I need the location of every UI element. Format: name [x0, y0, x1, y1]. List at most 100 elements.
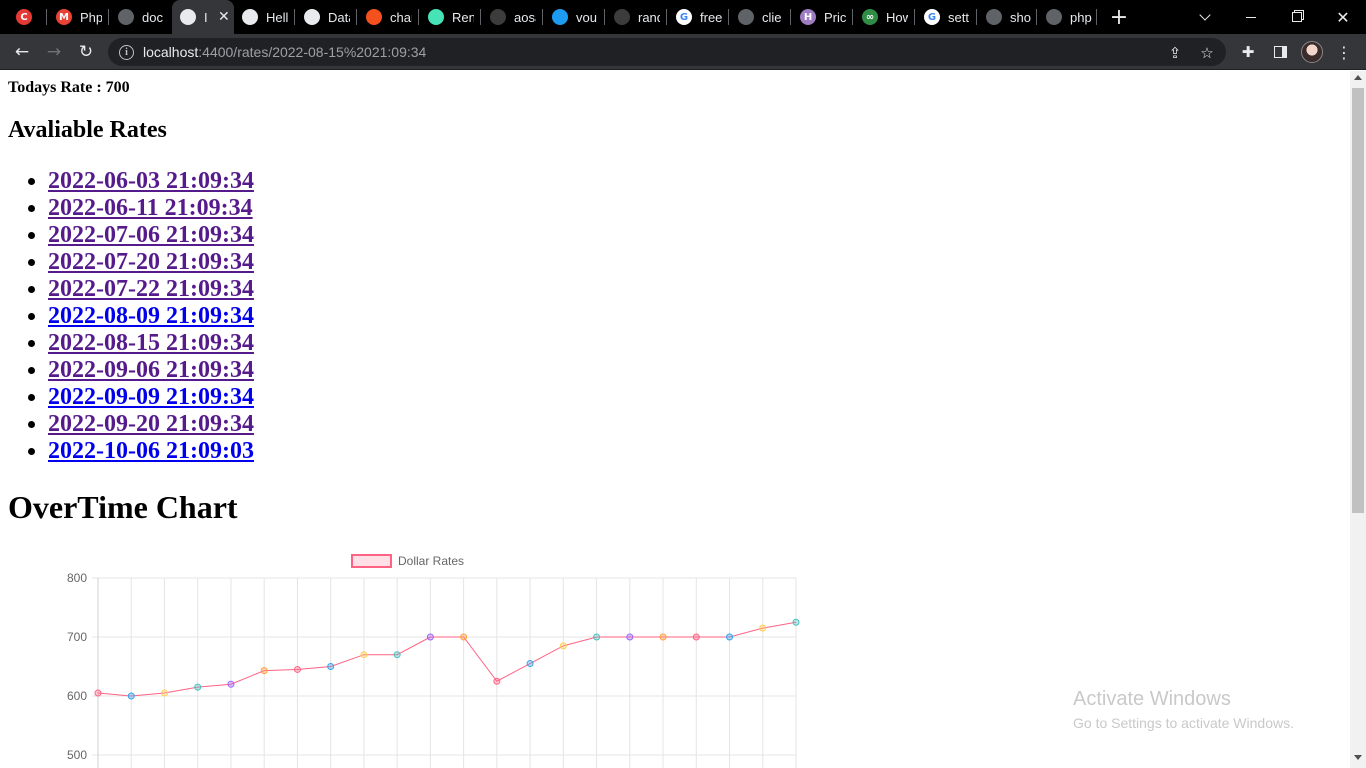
tab-search-button[interactable]	[1192, 0, 1218, 34]
rates-heading: Avaliable Rates	[8, 117, 167, 143]
tab-title: doc	[142, 9, 163, 25]
tab-separator	[1036, 9, 1037, 25]
rate-link[interactable]: 2022-09-06 21:09:34	[48, 357, 254, 383]
rate-list-item: 2022-06-11 21:09:34	[48, 195, 254, 222]
rate-chart: 800 700 600 500 Dollar Rates	[67, 554, 800, 768]
close-window-button[interactable]: ✕	[1320, 0, 1366, 34]
google-icon: G	[676, 9, 692, 25]
chart-heading: OverTime Chart	[8, 489, 238, 525]
browser-tab[interactable]: doc	[110, 0, 170, 34]
rate-link[interactable]: 2022-08-15 21:09:34	[48, 330, 254, 356]
new-tab-button[interactable]: +	[1106, 0, 1132, 34]
arrow-left-icon: ←	[14, 42, 30, 62]
rate-link[interactable]: 2022-07-20 21:09:34	[48, 249, 254, 275]
tab-strip: CMPhpdocI✕HellDatacharRenaosavourandGfre…	[0, 0, 1366, 34]
vertical-scrollbar[interactable]	[1350, 71, 1366, 768]
heroku-icon: H	[800, 9, 816, 25]
tab-title: sett	[948, 9, 969, 25]
watermark-subtitle: Go to Settings to activate Windows.	[1073, 715, 1294, 731]
rate-link[interactable]: 2022-10-06 21:09:03	[48, 438, 254, 464]
tab-title: I	[204, 9, 208, 25]
scroll-down-arrow-icon[interactable]	[1354, 755, 1362, 760]
tab-title: char	[390, 9, 412, 25]
y-tick-label: 800	[67, 571, 87, 585]
y-tick-label: 600	[67, 689, 87, 703]
y-tick-label: 700	[67, 630, 87, 644]
data-point	[559, 642, 567, 650]
data-point	[260, 667, 268, 675]
browser-tab[interactable]: Hell	[234, 0, 294, 34]
database-icon	[304, 9, 320, 25]
address-bar[interactable]: i localhost:4400/rates/2022-08-15%2021:0…	[108, 38, 1226, 66]
tab-separator	[418, 9, 419, 25]
rate-list-item: 2022-07-20 21:09:34	[48, 249, 254, 276]
rate-list-item: 2022-07-22 21:09:34	[48, 276, 254, 303]
tab-separator	[914, 9, 915, 25]
browser-tab[interactable]: C	[8, 0, 48, 34]
data-point	[94, 689, 102, 697]
rate-link[interactable]: 2022-09-09 21:09:34	[48, 384, 254, 410]
data-point	[792, 618, 800, 626]
arrow-right-icon: →	[46, 42, 62, 62]
minimize-button[interactable]	[1228, 0, 1274, 34]
tab-title: clie	[762, 9, 782, 25]
scroll-up-arrow-icon[interactable]	[1354, 75, 1362, 80]
browser-tab[interactable]: Gsett	[916, 0, 976, 34]
data-point	[460, 633, 468, 641]
extensions-button[interactable]: ✚	[1234, 38, 1262, 66]
rate-link[interactable]: 2022-08-09 21:09:34	[48, 303, 254, 329]
data-point	[160, 689, 168, 697]
browser-tab[interactable]: Ren	[420, 0, 480, 34]
star-icon[interactable]: ☆	[1198, 44, 1216, 62]
share-icon[interactable]: ⇪	[1166, 44, 1184, 62]
rate-list-item: 2022-10-06 21:09:03	[48, 438, 254, 465]
browser-tab[interactable]: clie	[730, 0, 790, 34]
tab-separator	[480, 9, 481, 25]
globe-icon	[242, 9, 258, 25]
rate-link[interactable]: 2022-06-11 21:09:34	[48, 195, 253, 221]
rate-link[interactable]: 2022-07-22 21:09:34	[48, 276, 254, 302]
scroll-thumb[interactable]	[1352, 88, 1364, 513]
menu-button[interactable]: ⋮	[1330, 38, 1358, 66]
tab-title: Php	[80, 9, 102, 25]
rate-list-item: 2022-09-06 21:09:34	[48, 357, 254, 384]
back-button[interactable]: ←	[8, 38, 36, 66]
rate-link[interactable]: 2022-06-03 21:09:34	[48, 168, 254, 194]
browser-tab[interactable]: vou	[544, 0, 604, 34]
browser-tab[interactable]: I ✕	[172, 0, 234, 34]
browser-tab[interactable]: char	[358, 0, 418, 34]
chevron-down-icon	[1199, 9, 1211, 21]
tab-title: aosa	[514, 9, 536, 25]
rate-list-item: 2022-07-06 21:09:34	[48, 222, 254, 249]
url-path: :4400/rates/2022-08-15%2021:09:34	[198, 44, 427, 60]
browser-tab[interactable]: Gfree	[668, 0, 728, 34]
forward-button[interactable]: →	[40, 38, 68, 66]
browser-tab[interactable]: ∞ How	[854, 0, 914, 34]
reload-button[interactable]: ↻	[72, 38, 100, 66]
tab-close-icon[interactable]: ✕	[218, 9, 230, 25]
globe-icon	[118, 9, 134, 25]
browser-tab[interactable]: Data	[296, 0, 356, 34]
url-text[interactable]: localhost:4400/rates/2022-08-15%2021:09:…	[143, 44, 426, 60]
side-panel-button[interactable]	[1266, 38, 1294, 66]
data-point	[327, 663, 335, 670]
tab-separator	[790, 9, 791, 25]
rate-link[interactable]: 2022-07-06 21:09:34	[48, 222, 254, 248]
info-icon[interactable]: i	[119, 44, 134, 60]
browser-tab[interactable]: M Php	[48, 0, 108, 34]
rate-list-item: 2022-06-03 21:09:34	[48, 168, 254, 195]
browser-tab[interactable]: H Pric	[792, 0, 852, 34]
data-point	[227, 680, 235, 688]
browser-tab[interactable]: php	[1038, 0, 1094, 34]
watermark-title: Activate Windows	[1073, 688, 1231, 710]
profile-avatar[interactable]	[1301, 41, 1323, 63]
browser-tab[interactable]: rand	[606, 0, 666, 34]
legend-swatch	[351, 554, 392, 568]
puzzle-icon: ✚	[1241, 43, 1255, 61]
browser-tab[interactable]: aosa	[482, 0, 542, 34]
data-point	[692, 633, 700, 641]
browser-tab[interactable]: sho	[978, 0, 1036, 34]
restore-button[interactable]	[1274, 0, 1320, 34]
tab-title: rand	[638, 9, 660, 25]
rate-link[interactable]: 2022-09-20 21:09:34	[48, 411, 254, 437]
